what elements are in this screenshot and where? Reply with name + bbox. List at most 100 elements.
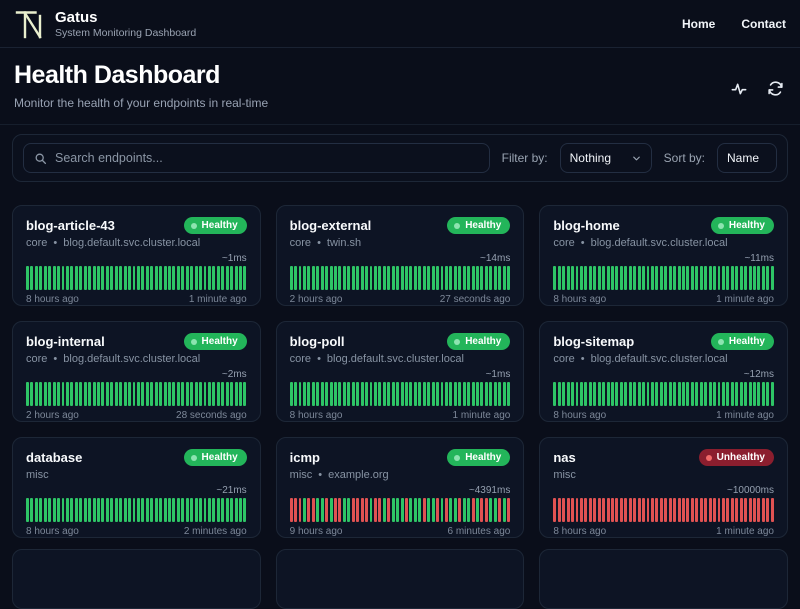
uptime-bar (351, 498, 355, 522)
uptime-bar (708, 498, 712, 522)
search-icon (35, 153, 47, 164)
status-dot-icon (190, 454, 197, 461)
uptime-bar (243, 498, 247, 522)
uptime-bar (562, 498, 566, 522)
uptime-bar (391, 266, 395, 290)
uptime-bar (557, 382, 561, 406)
uptime-bar (440, 266, 444, 290)
uptime-bar (498, 382, 502, 406)
endpoint-card[interactable]: blog-internal Healthy core • blog.defaul… (12, 321, 261, 422)
nav-link-contact[interactable]: Contact (741, 17, 786, 31)
uptime-bar (418, 382, 422, 406)
uptime-bar (369, 382, 373, 406)
uptime-bar (329, 382, 333, 406)
filter-by-label: Filter by: (501, 151, 548, 165)
endpoint-card-stub[interactable] (275, 549, 525, 609)
uptime-bar (356, 266, 360, 290)
status-dot-icon (705, 454, 712, 461)
endpoint-card-stub[interactable] (12, 549, 261, 609)
endpoint-card[interactable]: blog-article-43 Healthy core • blog.defa… (12, 205, 261, 306)
uptime-bar (338, 498, 342, 522)
endpoint-card-stub[interactable] (539, 549, 788, 609)
uptime-bar (298, 266, 302, 290)
uptime-bar (387, 266, 391, 290)
uptime-bar (766, 382, 770, 406)
status-label: Healthy (728, 336, 765, 347)
uptime-bar (52, 382, 56, 406)
uptime-bar (602, 498, 606, 522)
uptime-bar (611, 382, 614, 406)
endpoint-name: blog-internal (26, 334, 105, 349)
uptime-bar (449, 266, 453, 290)
uptime-bar (400, 266, 404, 290)
uptime-bar (396, 498, 400, 522)
uptime-bar (713, 266, 717, 290)
uptime-bar (602, 382, 606, 406)
status-label: Healthy (465, 452, 502, 463)
uptime-bar (628, 382, 632, 406)
uptime-bar (686, 382, 690, 406)
sort-dropdown-value: Name (727, 151, 760, 165)
top-nav: Home Contact (682, 17, 786, 31)
uptime-bar (101, 266, 105, 290)
uptime-bar (557, 498, 561, 522)
uptime-bar (163, 266, 167, 290)
uptime-bar (726, 266, 730, 290)
uptime-bar (575, 266, 579, 290)
uptime-bar (553, 266, 557, 290)
separator-dot: • (317, 353, 321, 365)
uptime-bar (409, 498, 413, 522)
uptime-bar (695, 382, 699, 406)
endpoint-card[interactable]: icmp Healthy misc • example.org ~4391ms … (275, 437, 525, 538)
uptime-bar (730, 498, 734, 522)
endpoint-card[interactable]: blog-poll Healthy core • blog.default.sv… (275, 321, 525, 422)
activity-icon[interactable] (731, 81, 747, 97)
filter-dropdown[interactable]: Nothing (559, 143, 652, 173)
uptime-bar (493, 498, 497, 522)
uptime-bar (668, 266, 672, 290)
uptime-bar (659, 266, 663, 290)
uptime-bar (365, 498, 369, 522)
uptime-bar (757, 266, 761, 290)
sort-dropdown[interactable]: Name (717, 143, 777, 173)
response-time: ~11ms (744, 253, 774, 264)
uptime-bar (105, 382, 109, 406)
uptime-bar (145, 382, 149, 406)
uptime-bar (141, 266, 145, 290)
uptime-bar (216, 382, 220, 406)
uptime-bar (413, 266, 417, 290)
separator-dot: • (317, 237, 321, 249)
uptime-bar (207, 498, 211, 522)
endpoint-card[interactable]: blog-external Healthy core • twin.sh ~14… (275, 205, 525, 306)
uptime-bar (664, 266, 668, 290)
nav-link-home[interactable]: Home (682, 17, 715, 31)
uptime-bar (400, 498, 404, 522)
uptime-bar (422, 498, 426, 522)
uptime-bar (43, 382, 47, 406)
endpoint-card[interactable]: database Healthy misc ~21ms 8 hours ago … (12, 437, 261, 538)
endpoint-card[interactable]: nas Unhealthy misc ~10000ms 8 hours ago … (539, 437, 788, 538)
endpoint-group: core (553, 237, 575, 249)
search-input[interactable] (55, 151, 479, 165)
uptime-bar (673, 498, 677, 522)
uptime-bar (566, 498, 570, 522)
uptime-bar (128, 382, 131, 406)
uptime-bar (553, 382, 557, 406)
status-badge: Healthy (183, 333, 247, 350)
uptime-bar (593, 266, 597, 290)
uptime-bar (373, 498, 377, 522)
uptime-bar (664, 382, 668, 406)
search-box[interactable] (23, 143, 490, 173)
uptime-bar (717, 382, 721, 406)
uptime-bar (624, 382, 628, 406)
uptime-bar (79, 498, 83, 522)
uptime-bar (207, 382, 211, 406)
uptime-bar (30, 498, 34, 522)
endpoint-card[interactable]: blog-home Healthy core • blog.default.sv… (539, 205, 788, 306)
refresh-icon[interactable] (767, 80, 784, 97)
endpoint-card[interactable]: blog-sitemap Healthy core • blog.default… (539, 321, 788, 422)
uptime-bar (713, 382, 717, 406)
uptime-bar (413, 382, 417, 406)
uptime-bar (61, 498, 65, 522)
uptime-bar (575, 498, 579, 522)
